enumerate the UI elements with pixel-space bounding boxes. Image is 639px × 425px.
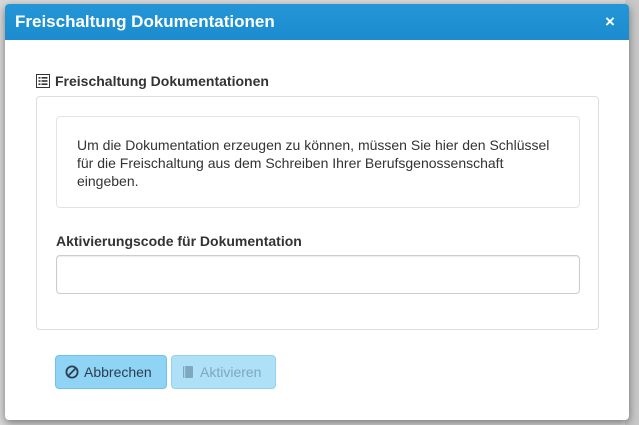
cancel-button-label: Abbrechen bbox=[84, 364, 152, 380]
book-icon bbox=[181, 365, 195, 379]
activation-panel: Um die Dokumentation erzeugen zu können,… bbox=[36, 96, 599, 330]
activation-code-label: Aktivierungscode für Dokumentation bbox=[56, 233, 302, 249]
section-heading: Freischaltung Dokumentationen bbox=[36, 73, 269, 89]
cancel-button[interactable]: Abbrechen bbox=[55, 355, 167, 389]
dialog-header: Freischaltung Dokumentationen × bbox=[5, 4, 629, 40]
dialog-title: Freischaltung Dokumentationen bbox=[15, 12, 275, 31]
section-heading-text: Freischaltung Dokumentationen bbox=[55, 73, 269, 89]
activate-button[interactable]: Aktivieren bbox=[171, 355, 276, 389]
activation-dialog: Freischaltung Dokumentationen × Freischa… bbox=[5, 4, 629, 420]
close-button[interactable]: × bbox=[603, 12, 617, 31]
ban-icon bbox=[65, 365, 79, 379]
activation-code-input[interactable] bbox=[56, 255, 580, 294]
info-message: Um die Dokumentation erzeugen zu können,… bbox=[56, 116, 580, 208]
activate-button-label: Aktivieren bbox=[200, 364, 262, 380]
list-alt-icon bbox=[36, 74, 50, 88]
